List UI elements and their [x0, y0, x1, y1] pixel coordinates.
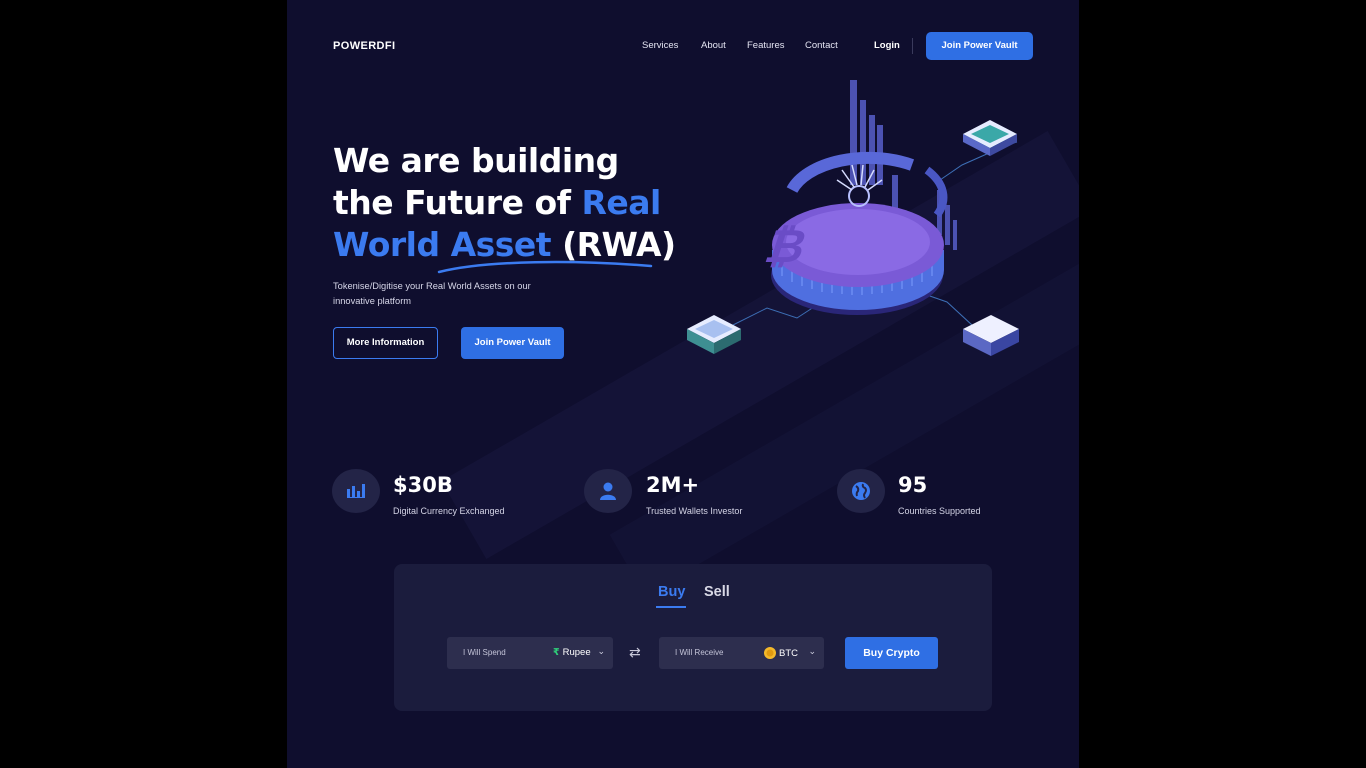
spend-currency-select[interactable]: I Will Spend ₹ Rupee ⌄ — [447, 637, 613, 669]
chevron-down-icon: ⌄ — [808, 646, 816, 656]
trade-widget: Buy Sell I Will Spend ₹ Rupee ⌄ ⇄ I Will… — [394, 564, 992, 711]
spend-currency-label: Rupee — [562, 647, 591, 658]
tab-buy[interactable]: Buy — [658, 584, 685, 600]
spend-currency: ₹ Rupee — [553, 647, 591, 658]
hero-title-text: the Future of — [333, 183, 582, 222]
stat-value-countries: 95 — [898, 473, 928, 497]
server-block-left — [687, 315, 741, 354]
nav-about[interactable]: About — [701, 40, 726, 51]
stat-label-wallets: Trusted Wallets Investor — [646, 506, 743, 516]
hero-title-highlight: Real — [581, 183, 661, 222]
tab-sell[interactable]: Sell — [704, 584, 730, 600]
server-block-bottom-right — [963, 315, 1019, 356]
globe-icon — [837, 469, 885, 513]
hero-subtitle: Tokenise/Digitise your Real World Assets… — [333, 281, 531, 306]
landing-page: POWERDFI Services About Features Contact… — [287, 0, 1079, 768]
server-block-top-right — [963, 120, 1017, 156]
receive-currency: BTC — [764, 647, 798, 659]
nav-features[interactable]: Features — [747, 40, 785, 51]
bar-chart-icon — [332, 469, 380, 513]
more-information-button[interactable]: More Information — [333, 327, 438, 359]
stat-label-exchanged: Digital Currency Exchanged — [393, 506, 505, 516]
hero-underline-swoosh — [437, 260, 653, 274]
buy-crypto-button[interactable]: Buy Crypto — [845, 637, 938, 669]
active-tab-indicator — [656, 606, 686, 608]
coin-inner — [786, 209, 930, 275]
btc-coin-icon — [764, 647, 776, 659]
user-icon — [584, 469, 632, 513]
login-link[interactable]: Login — [874, 40, 900, 51]
crypto-coin-illustration: ₿ — [687, 80, 1019, 356]
stat-value-exchanged: $30B — [393, 473, 453, 497]
receive-currency-label: BTC — [779, 647, 798, 659]
swap-icon[interactable]: ⇄ — [629, 644, 641, 661]
join-power-vault-hero-button[interactable]: Join Power Vault — [461, 327, 564, 359]
join-power-vault-nav-button[interactable]: Join Power Vault — [926, 32, 1033, 60]
rupee-icon: ₹ — [553, 647, 560, 658]
chevron-down-icon: ⌄ — [597, 646, 605, 656]
stat-value-wallets: 2M+ — [646, 473, 700, 497]
receive-label: I Will Receive — [675, 648, 724, 657]
nav-services[interactable]: Services — [642, 40, 678, 51]
stat-label-countries: Countries Supported — [898, 506, 981, 516]
spend-label: I Will Spend — [463, 648, 506, 657]
nav-divider — [912, 38, 913, 54]
brand-logo[interactable]: POWERDFI — [333, 40, 395, 52]
receive-currency-select[interactable]: I Will Receive BTC ⌄ — [659, 637, 824, 669]
nav-contact[interactable]: Contact — [805, 40, 838, 51]
